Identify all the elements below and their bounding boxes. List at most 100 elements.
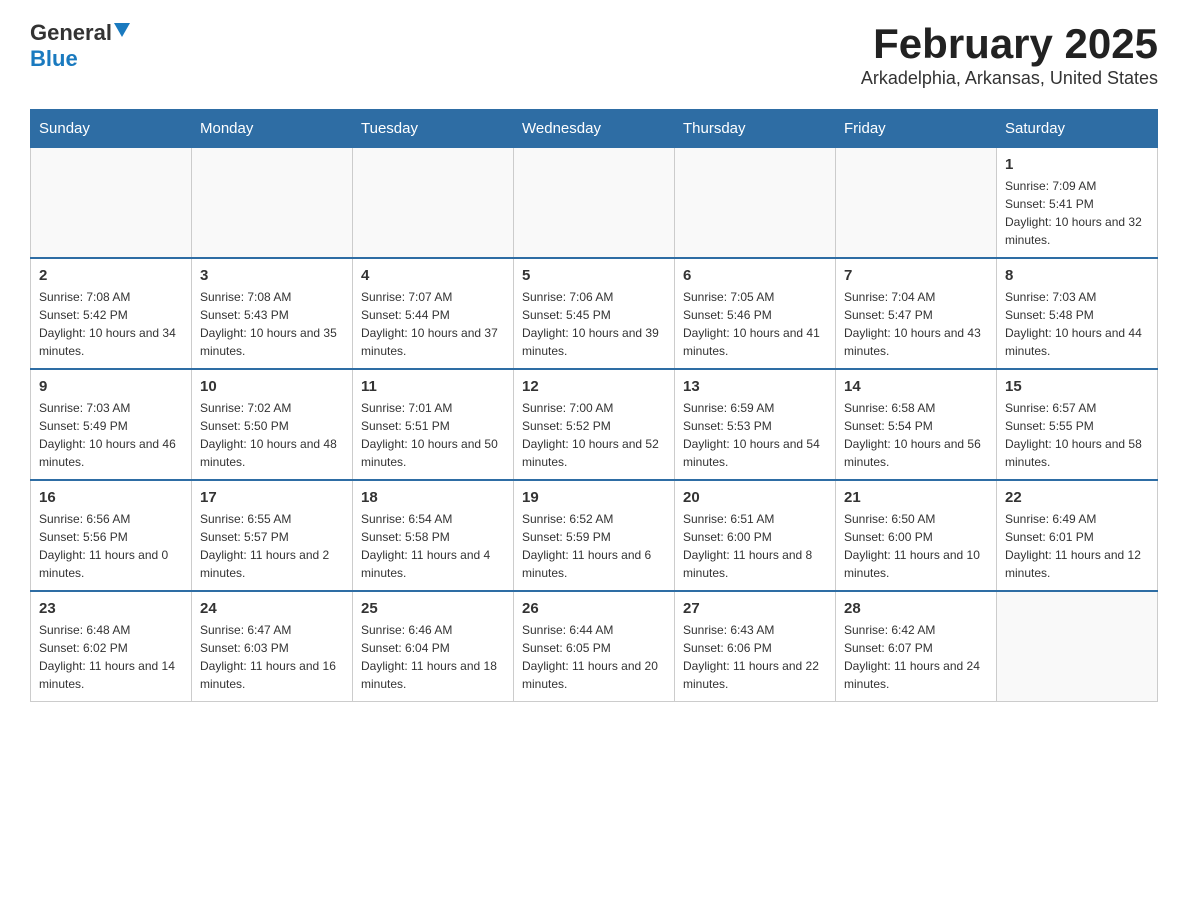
day-number: 13 xyxy=(683,378,827,395)
day-info: Sunrise: 6:50 AMSunset: 6:00 PMDaylight:… xyxy=(844,510,988,582)
day-number: 10 xyxy=(200,378,344,395)
table-row xyxy=(514,148,675,259)
day-info: Sunrise: 6:46 AMSunset: 6:04 PMDaylight:… xyxy=(361,621,505,693)
table-row: 2 Sunrise: 7:08 AMSunset: 5:42 PMDaylight… xyxy=(31,258,192,369)
day-info: Sunrise: 7:09 AMSunset: 5:41 PMDaylight:… xyxy=(1005,177,1149,249)
day-number: 20 xyxy=(683,489,827,506)
day-number: 22 xyxy=(1005,489,1149,506)
day-info: Sunrise: 7:03 AMSunset: 5:49 PMDaylight:… xyxy=(39,399,183,471)
table-row: 17 Sunrise: 6:55 AMSunset: 5:57 PMDayligh… xyxy=(192,480,353,591)
day-info: Sunrise: 7:05 AMSunset: 5:46 PMDaylight:… xyxy=(683,288,827,360)
table-row: 15 Sunrise: 6:57 AMSunset: 5:55 PMDayligh… xyxy=(997,369,1158,480)
col-sunday: Sunday xyxy=(31,110,192,148)
day-number: 17 xyxy=(200,489,344,506)
table-row xyxy=(675,148,836,259)
day-info: Sunrise: 7:01 AMSunset: 5:51 PMDaylight:… xyxy=(361,399,505,471)
table-row: 13 Sunrise: 6:59 AMSunset: 5:53 PMDayligh… xyxy=(675,369,836,480)
day-number: 12 xyxy=(522,378,666,395)
day-info: Sunrise: 6:42 AMSunset: 6:07 PMDaylight:… xyxy=(844,621,988,693)
day-number: 25 xyxy=(361,600,505,617)
day-number: 15 xyxy=(1005,378,1149,395)
table-row: 14 Sunrise: 6:58 AMSunset: 5:54 PMDayligh… xyxy=(836,369,997,480)
table-row: 23 Sunrise: 6:48 AMSunset: 6:02 PMDayligh… xyxy=(31,591,192,702)
day-info: Sunrise: 6:43 AMSunset: 6:06 PMDaylight:… xyxy=(683,621,827,693)
day-info: Sunrise: 7:08 AMSunset: 5:43 PMDaylight:… xyxy=(200,288,344,360)
location-subtitle: Arkadelphia, Arkansas, United States xyxy=(861,68,1158,89)
day-number: 2 xyxy=(39,267,183,284)
table-row: 1 Sunrise: 7:09 AMSunset: 5:41 PMDaylight… xyxy=(997,148,1158,259)
table-row: 11 Sunrise: 7:01 AMSunset: 5:51 PMDayligh… xyxy=(353,369,514,480)
table-row: 5 Sunrise: 7:06 AMSunset: 5:45 PMDaylight… xyxy=(514,258,675,369)
calendar-table: Sunday Monday Tuesday Wednesday Thursday… xyxy=(30,109,1158,702)
calendar-week-row: 2 Sunrise: 7:08 AMSunset: 5:42 PMDaylight… xyxy=(31,258,1158,369)
day-number: 16 xyxy=(39,489,183,506)
day-number: 21 xyxy=(844,489,988,506)
table-row: 22 Sunrise: 6:49 AMSunset: 6:01 PMDayligh… xyxy=(997,480,1158,591)
table-row: 24 Sunrise: 6:47 AMSunset: 6:03 PMDayligh… xyxy=(192,591,353,702)
table-row: 19Sunrise: 6:52 AMSunset: 5:59 PMDayligh… xyxy=(514,480,675,591)
day-info: Sunrise: 6:49 AMSunset: 6:01 PMDaylight:… xyxy=(1005,510,1149,582)
day-number: 4 xyxy=(361,267,505,284)
table-row: 21 Sunrise: 6:50 AMSunset: 6:00 PMDayligh… xyxy=(836,480,997,591)
table-row: 9 Sunrise: 7:03 AMSunset: 5:49 PMDaylight… xyxy=(31,369,192,480)
table-row xyxy=(836,148,997,259)
day-number: 8 xyxy=(1005,267,1149,284)
calendar-week-row: 16 Sunrise: 6:56 AMSunset: 5:56 PMDayligh… xyxy=(31,480,1158,591)
day-info: Sunrise: 6:57 AMSunset: 5:55 PMDaylight:… xyxy=(1005,399,1149,471)
day-info: Sunrise: 7:02 AMSunset: 5:50 PMDaylight:… xyxy=(200,399,344,471)
day-info: Sunrise: 6:44 AMSunset: 6:05 PMDaylight:… xyxy=(522,621,666,693)
day-info: Sunrise: 6:58 AMSunset: 5:54 PMDaylight:… xyxy=(844,399,988,471)
col-saturday: Saturday xyxy=(997,110,1158,148)
day-number: 23 xyxy=(39,600,183,617)
table-row xyxy=(353,148,514,259)
table-row xyxy=(192,148,353,259)
month-title: February 2025 xyxy=(861,20,1158,68)
day-info: Sunrise: 7:00 AMSunset: 5:52 PMDaylight:… xyxy=(522,399,666,471)
day-number: 5 xyxy=(522,267,666,284)
col-friday: Friday xyxy=(836,110,997,148)
day-number: 27 xyxy=(683,600,827,617)
calendar-week-row: 23 Sunrise: 6:48 AMSunset: 6:02 PMDayligh… xyxy=(31,591,1158,702)
logo-general: General xyxy=(30,20,112,46)
day-number: 26 xyxy=(522,600,666,617)
logo-blue: Blue xyxy=(30,46,78,72)
day-info: Sunrise: 7:06 AMSunset: 5:45 PMDaylight:… xyxy=(522,288,666,360)
day-info: Sunrise: 6:48 AMSunset: 6:02 PMDaylight:… xyxy=(39,621,183,693)
day-info: Sunrise: 6:52 AMSunset: 5:59 PMDaylight:… xyxy=(522,510,666,582)
table-row: 20 Sunrise: 6:51 AMSunset: 6:00 PMDayligh… xyxy=(675,480,836,591)
table-row: 28Sunrise: 6:42 AMSunset: 6:07 PMDayligh… xyxy=(836,591,997,702)
table-row: 12 Sunrise: 7:00 AMSunset: 5:52 PMDayligh… xyxy=(514,369,675,480)
day-info: Sunrise: 7:03 AMSunset: 5:48 PMDaylight:… xyxy=(1005,288,1149,360)
logo-triangle-icon xyxy=(114,23,130,39)
table-row: 25 Sunrise: 6:46 AMSunset: 6:04 PMDayligh… xyxy=(353,591,514,702)
day-info: Sunrise: 7:08 AMSunset: 5:42 PMDaylight:… xyxy=(39,288,183,360)
day-number: 18 xyxy=(361,489,505,506)
day-info: Sunrise: 6:47 AMSunset: 6:03 PMDaylight:… xyxy=(200,621,344,693)
day-number: 6 xyxy=(683,267,827,284)
table-row: 18Sunrise: 6:54 AMSunset: 5:58 PMDayligh… xyxy=(353,480,514,591)
col-monday: Monday xyxy=(192,110,353,148)
calendar-week-row: 9 Sunrise: 7:03 AMSunset: 5:49 PMDaylight… xyxy=(31,369,1158,480)
table-row: 8 Sunrise: 7:03 AMSunset: 5:48 PMDaylight… xyxy=(997,258,1158,369)
day-number: 1 xyxy=(1005,156,1149,173)
table-row: 7Sunrise: 7:04 AMSunset: 5:47 PMDaylight… xyxy=(836,258,997,369)
day-number: 14 xyxy=(844,378,988,395)
day-number: 3 xyxy=(200,267,344,284)
day-number: 11 xyxy=(361,378,505,395)
day-info: Sunrise: 6:51 AMSunset: 6:00 PMDaylight:… xyxy=(683,510,827,582)
day-info: Sunrise: 6:55 AMSunset: 5:57 PMDaylight:… xyxy=(200,510,344,582)
day-info: Sunrise: 7:07 AMSunset: 5:44 PMDaylight:… xyxy=(361,288,505,360)
col-thursday: Thursday xyxy=(675,110,836,148)
col-wednesday: Wednesday xyxy=(514,110,675,148)
page-header: General Blue February 2025 Arkadelphia, … xyxy=(30,20,1158,89)
table-row: 16 Sunrise: 6:56 AMSunset: 5:56 PMDayligh… xyxy=(31,480,192,591)
logo: General Blue xyxy=(30,20,130,72)
table-row: 26 Sunrise: 6:44 AMSunset: 6:05 PMDayligh… xyxy=(514,591,675,702)
day-info: Sunrise: 6:59 AMSunset: 5:53 PMDaylight:… xyxy=(683,399,827,471)
day-info: Sunrise: 6:56 AMSunset: 5:56 PMDaylight:… xyxy=(39,510,183,582)
col-tuesday: Tuesday xyxy=(353,110,514,148)
table-row xyxy=(997,591,1158,702)
table-row: 3 Sunrise: 7:08 AMSunset: 5:43 PMDaylight… xyxy=(192,258,353,369)
day-number: 24 xyxy=(200,600,344,617)
day-number: 9 xyxy=(39,378,183,395)
